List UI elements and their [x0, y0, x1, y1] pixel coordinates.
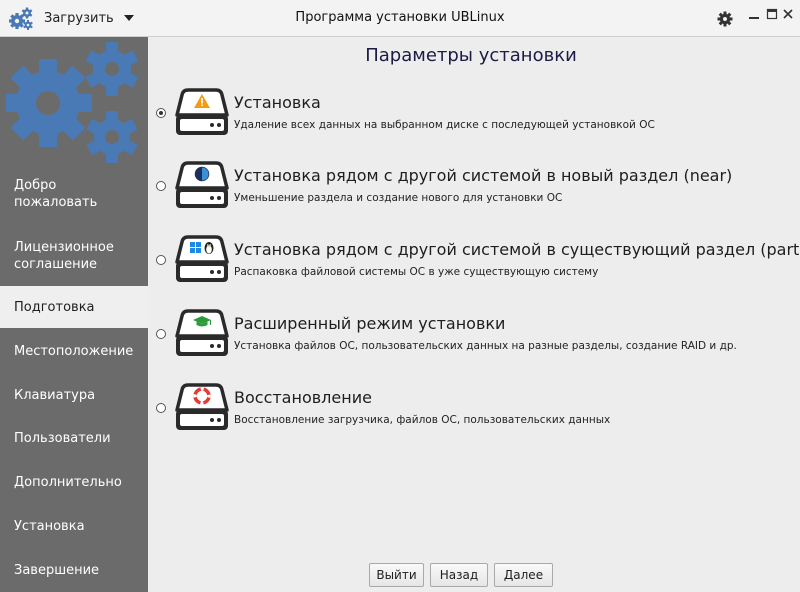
option-recovery[interactable]: Восстановление Восстановление загрузчика…	[148, 382, 800, 442]
radio-install-part[interactable]	[156, 255, 166, 265]
close-icon[interactable]	[782, 8, 794, 20]
sidebar-item-welcome[interactable]: Добро пожаловать	[0, 171, 148, 217]
gears-logo-icon	[6, 42, 139, 163]
hard-disk-icon	[175, 161, 229, 208]
sidebar: Добро пожаловать Лицензионное соглашение…	[0, 37, 148, 592]
sidebar-item-installation[interactable]: Установка	[0, 516, 148, 536]
exit-button[interactable]: Выйти	[369, 563, 424, 587]
maximize-icon[interactable]	[766, 8, 778, 20]
window-title: Программа установки UBLinux	[295, 10, 505, 25]
radio-recovery[interactable]	[156, 403, 166, 413]
page-title: Параметры установки	[365, 45, 577, 66]
hard-disk-icon	[175, 383, 229, 430]
sidebar-item-keyboard[interactable]: Клавиатура	[0, 385, 148, 405]
option-install[interactable]: Установка Удаление всех данных на выбран…	[148, 87, 800, 147]
title-bar: Загрузить Программа установки UBLinux	[0, 0, 800, 37]
hard-disk-icon	[175, 309, 229, 356]
option-description: Удаление всех данных на выбранном диске …	[234, 119, 655, 131]
next-button[interactable]: Далее	[494, 563, 553, 587]
radio-install-near[interactable]	[156, 181, 166, 191]
minimize-icon[interactable]	[748, 8, 760, 20]
sidebar-item-license[interactable]: Лицензионное соглашение	[0, 233, 148, 279]
sidebar-item-finish[interactable]: Завершение	[0, 560, 148, 580]
hard-disk-icon	[175, 88, 229, 135]
radio-install[interactable]	[156, 108, 166, 118]
option-description: Уменьшение раздела и создание нового для…	[234, 192, 563, 204]
main-panel: Параметры установки Установка Удаление в…	[148, 37, 800, 592]
option-title: Восстановление	[234, 388, 372, 407]
option-description: Установка файлов ОС, пользовательских да…	[234, 340, 737, 352]
half-circle-icon	[194, 166, 210, 182]
settings-gear-icon[interactable]	[716, 10, 734, 28]
option-title: Установка	[234, 93, 321, 112]
option-install-part[interactable]: Установка рядом с другой системой в суще…	[148, 234, 800, 294]
option-title: Установка рядом с другой системой в суще…	[234, 240, 800, 259]
option-title: Установка рядом с другой системой в новы…	[234, 166, 733, 185]
sidebar-item-preparation[interactable]: Подготовка	[0, 286, 148, 328]
option-advanced-install[interactable]: Расширенный режим установки Установка фа…	[148, 308, 800, 368]
option-description: Распаковка файловой системы ОС в уже сущ…	[234, 266, 599, 278]
sidebar-item-users[interactable]: Пользователи	[0, 428, 148, 448]
radio-advanced-install[interactable]	[156, 329, 166, 339]
hard-disk-icon	[175, 235, 229, 282]
option-title: Расширенный режим установки	[234, 314, 506, 333]
sidebar-item-location[interactable]: Местоположение	[0, 341, 148, 361]
back-button[interactable]: Назад	[430, 563, 488, 587]
sidebar-item-advanced[interactable]: Дополнительно	[0, 472, 148, 492]
option-description: Восстановление загрузчика, файлов ОС, по…	[234, 414, 611, 426]
option-install-near[interactable]: Установка рядом с другой системой в новы…	[148, 160, 800, 220]
